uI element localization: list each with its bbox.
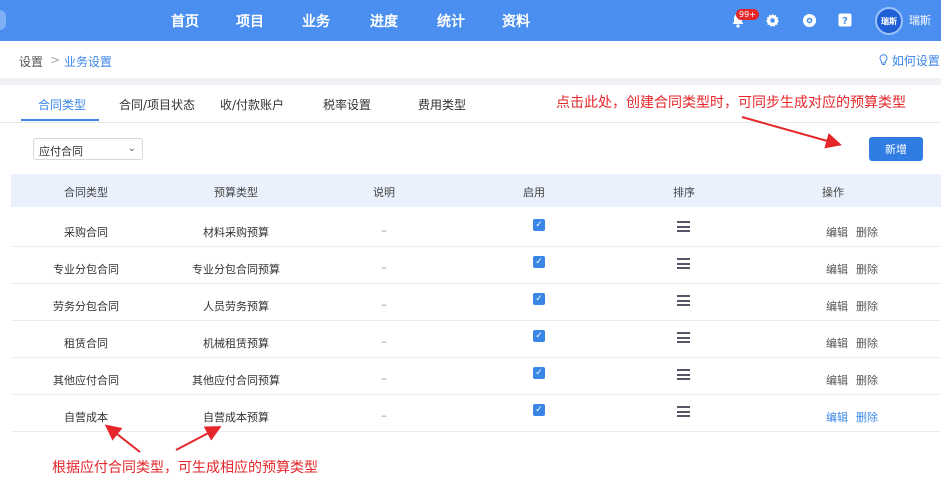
edit-button[interactable]: 编辑 [826,372,848,388]
notification-badge: 99+ [736,9,759,20]
menu-toggle-handle[interactable] [0,10,6,30]
edit-button[interactable]: 编辑 [826,409,848,425]
username[interactable]: 瑞斯 [909,12,931,28]
contract-category-select[interactable]: 应付合同 ⌄ [33,138,143,160]
edit-button[interactable]: 编辑 [826,261,848,277]
cell-note: – [381,224,387,237]
tab-payment-accounts[interactable]: 收/付款账户 [220,96,284,113]
nav-item-progress[interactable]: 进度 [370,11,398,31]
enabled-checkbox[interactable]: ✓ [533,404,545,416]
column-header-contract-type: 合同类型 [64,186,108,199]
tab-contract-project-status[interactable]: 合同/项目状态 [119,96,195,113]
delete-button[interactable]: 删除 [856,298,878,314]
enabled-checkbox[interactable]: ✓ [533,330,545,342]
table-header: 合同类型 预算类型 说明 启用 排序 操作 [11,174,941,207]
cell-note: – [381,298,387,311]
nav-item-business[interactable]: 业务 [302,11,330,31]
cell-contract-type: 租赁合同 [64,337,108,350]
delete-button[interactable]: 删除 [856,372,878,388]
tab-tax-rate[interactable]: 税率设置 [323,96,371,113]
column-header-sort: 排序 [673,186,695,199]
cell-note: – [381,335,387,348]
active-tab-indicator [21,119,99,121]
enabled-checkbox[interactable]: ✓ [533,293,545,305]
table-row: 自营成本 自营成本预算 – ✓ 编辑 删除 [11,395,941,432]
table-row: 专业分包合同 专业分包合同预算 – ✓ 编辑 删除 [11,247,941,284]
cell-budget-type: 自营成本预算 [203,411,269,424]
column-header-actions: 操作 [822,186,844,199]
cell-budget-type: 机械租赁预算 [203,337,269,350]
table-row: 采购合同 材料采购预算 – ✓ 编辑 删除 [11,210,941,247]
nav-item-project[interactable]: 项目 [236,11,264,31]
gear-icon[interactable] [763,10,781,30]
edit-button[interactable]: 编辑 [826,298,848,314]
breadcrumb: 设置 > 业务设置 如何设置 [0,41,941,78]
column-header-enabled: 启用 [523,186,545,199]
edit-button[interactable]: 编辑 [826,224,848,240]
avatar[interactable]: 瑞斯 [875,7,903,35]
cell-budget-type: 人员劳务预算 [203,300,269,313]
lightbulb-icon [879,54,888,65]
cell-note: – [381,409,387,422]
breadcrumb-root[interactable]: 设置 [19,53,43,70]
add-contract-type-button[interactable]: 新增 [869,137,923,161]
table-row: 劳务分包合同 人员劳务预算 – ✓ 编辑 删除 [11,284,941,321]
cell-budget-type: 其他应付合同预算 [192,374,280,387]
enabled-checkbox[interactable]: ✓ [533,219,545,231]
breadcrumb-separator: > [50,53,61,67]
chevron-down-icon: ⌄ [127,143,136,154]
contract-category-value: 应付合同 [39,145,83,158]
how-to-setup-link[interactable]: 如何设置 [879,52,940,69]
svg-text:?: ? [842,16,848,27]
top-nav-bar: 首页 项目 业务 进度 统计 资料 99+ ? 瑞斯 瑞斯 [0,0,941,41]
delete-button[interactable]: 删除 [856,409,878,425]
help-icon[interactable]: ? [836,10,854,30]
cell-contract-type: 其他应付合同 [53,374,119,387]
column-header-budget-type: 预算类型 [214,186,258,199]
cell-contract-type: 自营成本 [64,411,108,424]
cell-note: – [381,372,387,385]
table-row: 租赁合同 机械租赁预算 – ✓ 编辑 删除 [11,321,941,358]
support-icon[interactable] [800,10,818,30]
cell-note: – [381,261,387,274]
delete-button[interactable]: 删除 [856,224,878,240]
drag-handle-icon[interactable] [677,369,690,380]
edit-button[interactable]: 编辑 [826,335,848,351]
enabled-checkbox[interactable]: ✓ [533,256,545,268]
drag-handle-icon[interactable] [677,221,690,232]
nav-item-statistics[interactable]: 统计 [437,11,465,31]
cell-contract-type: 专业分包合同 [53,263,119,276]
annotation-bottom: 根据应付合同类型，可生成相应的预算类型 [52,460,318,476]
drag-handle-icon[interactable] [677,332,690,343]
cell-budget-type: 专业分包合同预算 [192,263,280,276]
drag-handle-icon[interactable] [677,295,690,306]
tab-expense-type[interactable]: 费用类型 [418,96,466,113]
tab-contract-type[interactable]: 合同类型 [38,96,86,113]
annotation-top: 点击此处，创建合同类型时，可同步生成对应的预算类型 [556,95,906,111]
delete-button[interactable]: 删除 [856,261,878,277]
nav-item-home[interactable]: 首页 [171,11,199,31]
drag-handle-icon[interactable] [677,406,690,417]
drag-handle-icon[interactable] [677,258,690,269]
cell-contract-type: 采购合同 [64,226,108,239]
section-divider [0,78,941,85]
delete-button[interactable]: 删除 [856,335,878,351]
cell-budget-type: 材料采购预算 [203,226,269,239]
cell-contract-type: 劳务分包合同 [53,300,119,313]
column-header-note: 说明 [373,186,395,199]
breadcrumb-current: 业务设置 [64,55,113,69]
nav-item-documents[interactable]: 资料 [502,11,530,31]
table-row: 其他应付合同 其他应付合同预算 – ✓ 编辑 删除 [11,358,941,395]
how-to-setup-label: 如何设置 [891,54,940,68]
enabled-checkbox[interactable]: ✓ [533,367,545,379]
